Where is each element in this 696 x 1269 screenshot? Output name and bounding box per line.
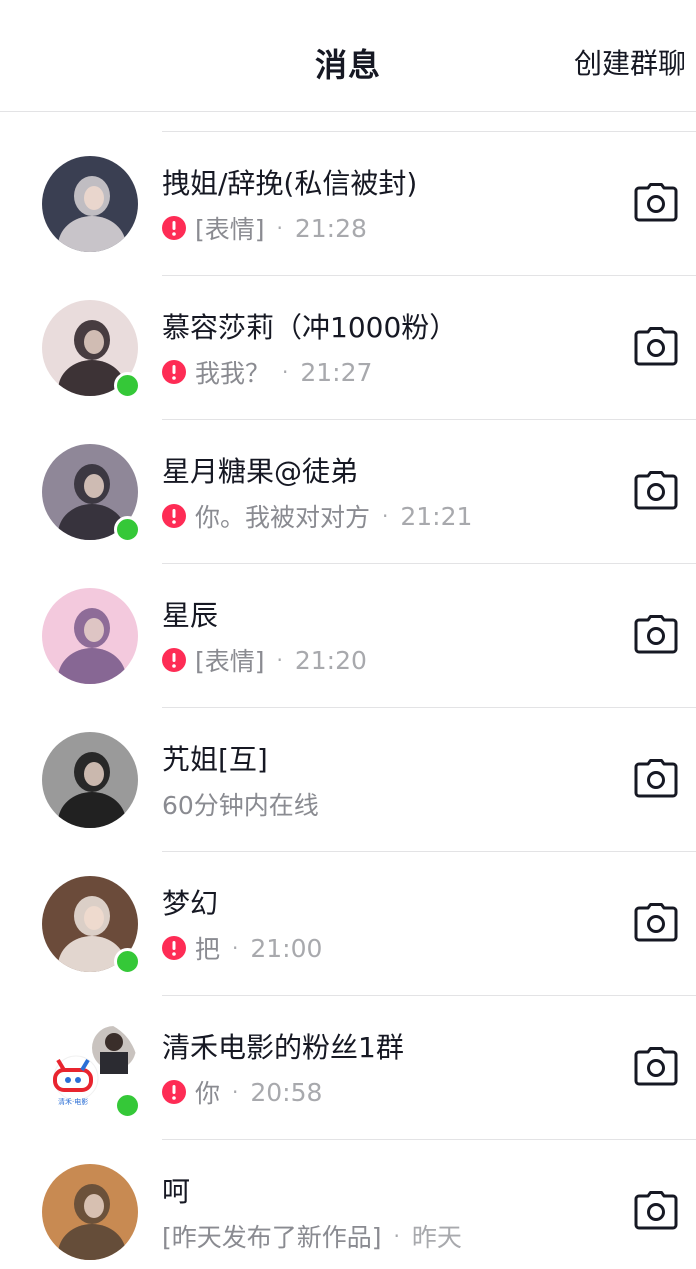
contact-name: 艽姐[互] (162, 743, 268, 776)
message-preview: [表情] (195, 647, 265, 676)
message-preview-line: 你 · 20:58 (162, 1076, 322, 1108)
conversation-row[interactable]: 拽姐/辞挽(私信被封) [表情] · 21:28 (0, 132, 696, 276)
message-preview-line: 我我？ · 21:27 (162, 356, 372, 388)
camera-icon[interactable] (634, 902, 678, 942)
message-preview: 我我？ (195, 359, 271, 388)
dot-separator: · (232, 936, 239, 960)
message-preview-line: [表情] · 21:20 (162, 644, 367, 676)
alert-icon (162, 1080, 186, 1104)
message-time: 21:20 (294, 645, 367, 675)
dot-separator: · (276, 648, 283, 672)
message-preview-line: [昨天发布了新作品] · 昨天 (162, 1220, 462, 1252)
dot-separator: · (382, 504, 389, 528)
message-time: 21:28 (294, 213, 367, 243)
create-group-button[interactable]: 创建群聊 (574, 42, 686, 82)
message-preview: [表情] (195, 215, 265, 244)
message-preview-line: 60分钟内在线 (162, 788, 319, 820)
message-time: 21:21 (400, 501, 473, 531)
message-time: 20:58 (250, 1077, 323, 1107)
message-preview: 你 (195, 1079, 221, 1108)
camera-icon[interactable] (634, 182, 678, 222)
alert-icon (162, 936, 186, 960)
message-time: 21:00 (250, 933, 323, 963)
message-time: 昨天 (411, 1223, 462, 1252)
camera-icon[interactable] (634, 1046, 678, 1086)
header-bar: 消息 创建群聊 (0, 0, 696, 112)
contact-name: 拽姐/辞挽(私信被封) (162, 167, 418, 200)
camera-icon[interactable] (634, 326, 678, 366)
message-preview: [昨天发布了新作品] (162, 1223, 382, 1252)
contact-name: 星辰 (162, 599, 219, 632)
conversation-row[interactable]: 清禾·电影 清禾电影的粉丝1群你 · 20:58 (0, 996, 696, 1140)
conversation-row[interactable]: 艽姐[互] 60分钟内在线 (0, 708, 696, 852)
message-preview-line: 你。我被对对方 · 21:21 (162, 500, 472, 532)
contact-name: 慕容莎莉（冲1000粉） (162, 311, 458, 344)
conversation-row[interactable]: 梦幻把 · 21:00 (0, 852, 696, 996)
contact-name: 梦幻 (162, 887, 219, 920)
avatar[interactable] (42, 1164, 138, 1260)
alert-icon (162, 360, 186, 384)
dot-separator: · (282, 360, 289, 384)
camera-icon[interactable] (634, 470, 678, 510)
conversation-row[interactable]: 星辰 [表情] · 21:20 (0, 564, 696, 708)
camera-icon[interactable] (634, 614, 678, 654)
contact-name: 清禾电影的粉丝1群 (162, 1031, 404, 1064)
alert-icon (162, 216, 186, 240)
conversation-list: 拽姐/辞挽(私信被封) [表情] · 21:28 慕容莎莉（冲1000粉） 我我？ · 21… (0, 132, 696, 1269)
contact-name: 星月糖果@徒弟 (162, 455, 359, 488)
message-preview: 60分钟内在线 (162, 791, 319, 820)
online-status-dot (114, 948, 141, 975)
conversation-row[interactable]: 慕容莎莉（冲1000粉） 我我？ · 21:27 (0, 276, 696, 420)
contact-name: 呵 (162, 1175, 191, 1208)
message-preview-line: 把 · 21:00 (162, 932, 322, 964)
online-status-dot (114, 516, 141, 543)
dot-separator: · (276, 216, 283, 240)
avatar[interactable] (42, 156, 138, 252)
svg-text:清禾·电影: 清禾·电影 (58, 1097, 88, 1106)
message-preview: 你。我被对对方 (195, 503, 371, 532)
dot-separator: · (232, 1080, 239, 1104)
message-time: 21:27 (300, 357, 373, 387)
online-status-dot (114, 1092, 141, 1119)
camera-icon[interactable] (634, 1190, 678, 1230)
camera-icon[interactable] (634, 758, 678, 798)
alert-icon (162, 504, 186, 528)
message-preview-line: [表情] · 21:28 (162, 212, 367, 244)
message-preview: 把 (195, 935, 221, 964)
conversation-row[interactable]: 呵 [昨天发布了新作品] · 昨天 (0, 1140, 696, 1269)
avatar[interactable] (42, 588, 138, 684)
alert-icon (162, 648, 186, 672)
online-status-dot (114, 372, 141, 399)
dot-separator: · (393, 1224, 400, 1248)
conversation-row[interactable]: 星月糖果@徒弟你。我被对对方 · 21:21 (0, 420, 696, 564)
avatar[interactable] (42, 732, 138, 828)
